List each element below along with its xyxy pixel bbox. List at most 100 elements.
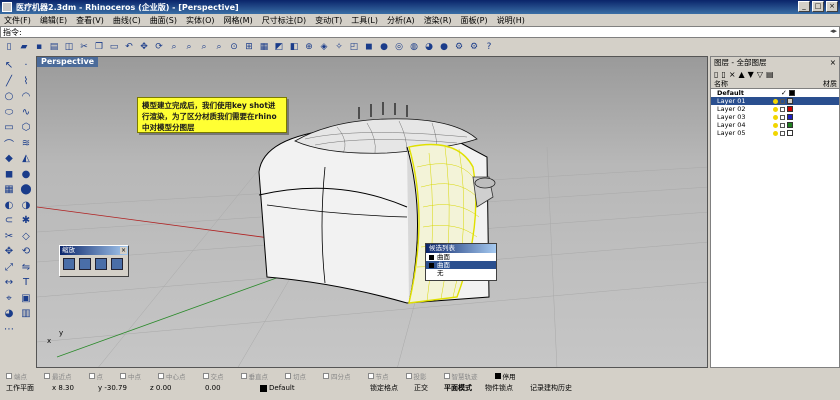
status-ortho[interactable]: 正交 [414,382,428,394]
copy-icon[interactable]: ❐ [92,40,106,54]
zoom-extents-icon[interactable]: ⌕ [197,40,211,54]
layer-lock-icon[interactable] [780,98,785,104]
osnap-checkbox[interactable] [367,372,374,379]
status-planar[interactable]: 平面模式 [444,382,472,394]
osnap-checkbox[interactable] [158,372,164,379]
osnap-item[interactable]: 停用 [494,371,516,381]
surface-icon[interactable]: ◆ [1,151,17,166]
new-layer-icon[interactable]: ▯ [714,70,718,79]
new-sublayer-icon[interactable]: ▯ [721,70,725,79]
layer-lock-icon[interactable] [780,106,785,112]
close-button[interactable]: × [826,1,838,12]
zoom-extents-icon[interactable] [79,258,91,270]
osnap-item[interactable]: 节点 [367,371,389,381]
cplane-icon[interactable]: ◩ [272,40,286,54]
cylinder-icon[interactable]: ⬤ [18,182,34,197]
polygon-icon[interactable]: ⬡ [18,120,34,135]
layer-visible-bulb-icon[interactable] [773,130,778,136]
osnap-item[interactable]: 切点 [285,371,306,381]
block-icon[interactable]: ▣ [18,291,34,306]
rotate-view-icon[interactable]: ⟳ [152,40,166,54]
layer-lock-icon[interactable] [780,130,785,136]
osnap-item[interactable]: 交点 [202,371,224,381]
menu-surface[interactable]: 曲面(S) [150,15,177,26]
layer-visible-bulb-icon[interactable] [773,106,778,112]
layer-color-swatch[interactable] [788,90,795,96]
command-scroll-icon[interactable]: ◂▸ [830,27,837,35]
osnap-item[interactable]: 最近点 [44,371,72,381]
layer-visible-bulb-icon[interactable] [773,114,778,120]
select-arrow-icon[interactable]: ↖ [1,58,17,73]
offset-icon[interactable]: ≋ [18,136,34,151]
osnap-item[interactable]: 智慧轨迹 [443,371,478,381]
mirror-icon[interactable]: ⇋ [18,260,34,275]
point-icon[interactable]: · [18,58,34,73]
sphere-solid-icon[interactable]: ● [18,167,34,182]
menu-curve[interactable]: 曲线(C) [113,15,141,26]
maximize-button[interactable]: □ [812,1,824,12]
rectangle-icon[interactable]: ▭ [1,120,17,135]
menu-file[interactable]: 文件(F) [4,15,31,26]
color-wheel-icon[interactable]: ◎ [392,40,406,54]
help-icon[interactable]: ? [482,40,496,54]
polyline-icon[interactable]: ⌇ [18,74,34,89]
sphere-icon[interactable]: ● [437,40,451,54]
status-layer[interactable]: Default [260,382,295,394]
osnap-checkbox[interactable] [494,372,501,379]
cut-icon[interactable]: ✂ [77,40,91,54]
named-cplane-icon[interactable]: ▥ [18,306,34,321]
osnap-checkbox[interactable] [323,372,329,379]
shaded-icon[interactable]: ◼ [362,40,376,54]
move-icon[interactable]: ✥ [1,244,17,259]
column-material[interactable]: 材质 [823,79,837,89]
layer-row[interactable]: Layer 05 [711,129,839,137]
layer-icon[interactable]: ◈ [317,40,331,54]
move-down-icon[interactable]: ▼ [748,70,754,79]
status-osnap[interactable]: 物件锁点 [485,382,513,394]
zoom-selected-icon[interactable]: ⌕ [212,40,226,54]
boolean-icon[interactable]: ◐ [1,198,17,213]
layer-color-swatch[interactable] [787,122,793,128]
named-view-icon[interactable]: ◧ [287,40,301,54]
menu-mesh[interactable]: 网格(M) [224,15,253,26]
wireframe-icon[interactable]: ◰ [347,40,361,54]
layer-color-swatch[interactable] [787,106,793,112]
osnap-item[interactable]: 点 [88,371,103,381]
undo-icon[interactable]: ↶ [122,40,136,54]
osnap-checkbox[interactable] [88,372,95,379]
layer-color-swatch[interactable] [787,114,793,120]
osnap-checkbox[interactable] [202,372,209,379]
curve-icon[interactable]: ∿ [18,105,34,120]
menu-tools[interactable]: 工具(L) [351,15,378,26]
rendered-icon[interactable]: ● [377,40,391,54]
layer-lock-icon[interactable] [780,122,785,128]
scale-icon[interactable]: ⤢ [1,260,17,275]
zoom-target-icon[interactable] [111,258,123,270]
menu-transform[interactable]: 变动(T) [315,15,342,26]
properties-icon[interactable]: ◫ [62,40,76,54]
pan-icon[interactable]: ✥ [137,40,151,54]
select-icon[interactable]: ⊙ [227,40,241,54]
trim-icon[interactable]: ✂ [1,229,17,244]
osnap-item[interactable]: 中点 [120,371,141,381]
osnap-item[interactable]: 中心点 [158,371,186,381]
candidate-item-selected[interactable]: 曲面 [426,261,496,269]
zoom-window-icon[interactable] [63,258,75,270]
dimension-icon[interactable]: ↔ [1,275,17,290]
osnap-checkbox[interactable] [6,372,12,379]
delete-layer-icon[interactable]: × [729,70,736,79]
menu-solid[interactable]: 实体(O) [186,15,215,26]
osnap-checkbox[interactable] [443,372,450,379]
viewport-tab-perspective[interactable]: Perspective [37,57,99,67]
ellipse-icon[interactable]: ⬭ [1,105,17,120]
menu-analyze[interactable]: 分析(A) [387,15,415,26]
status-history[interactable]: 记录建构历史 [530,382,572,394]
panel-close-icon[interactable]: × [830,58,836,67]
analyze-icon[interactable]: ⌖ [1,291,17,306]
layer-visible-bulb-icon[interactable] [773,98,778,104]
osnap-item[interactable]: 投影 [405,371,427,381]
candidate-item[interactable]: 曲面 [426,253,496,261]
more-tools-icon[interactable]: ⋯ [1,322,17,337]
osnap-checkbox[interactable] [285,372,291,379]
status-grid-snap[interactable]: 锁定格点 [370,382,398,394]
